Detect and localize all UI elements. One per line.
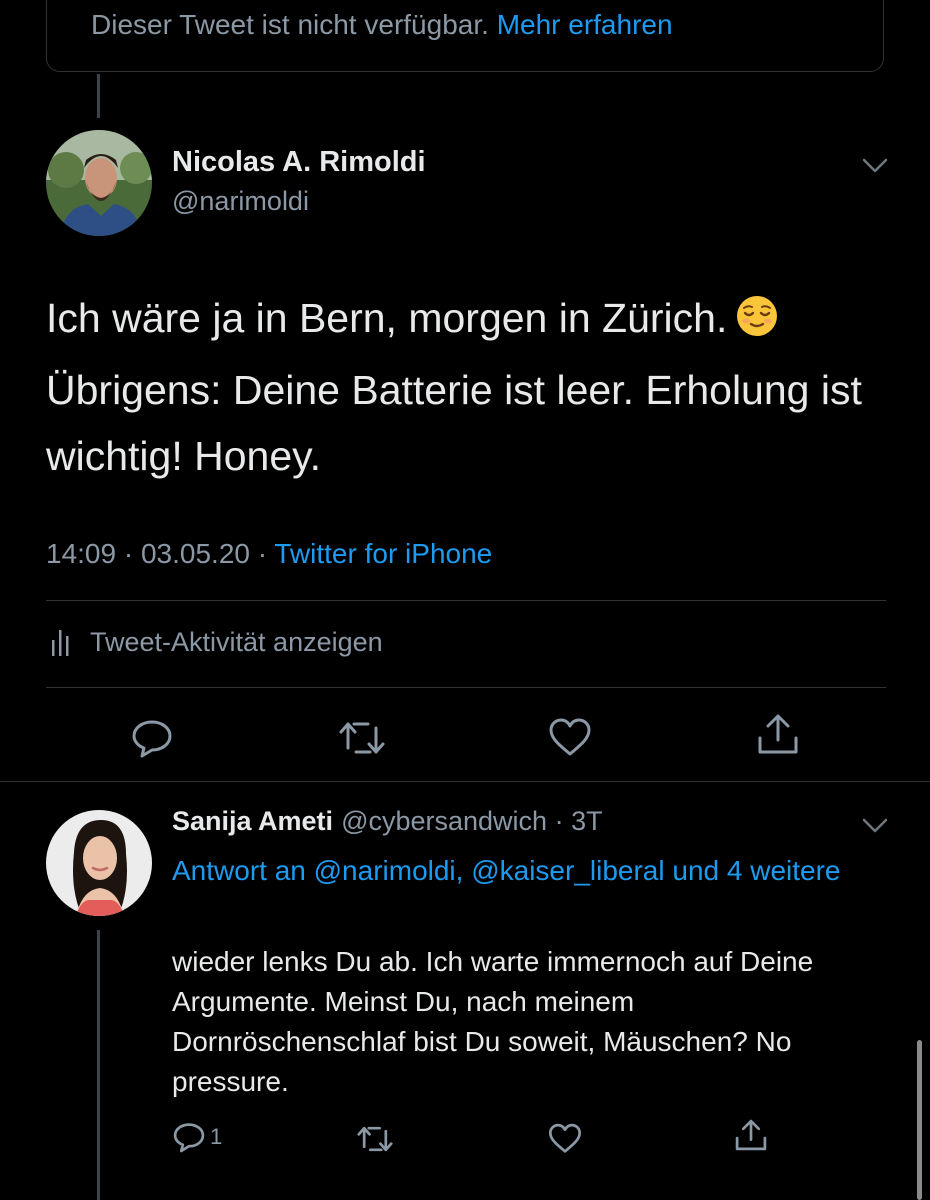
reply-handle-age: @cybersandwich · 3T <box>341 806 603 836</box>
tweet-date: 03.05.20 <box>140 538 250 569</box>
thread-connector <box>97 930 100 1200</box>
reply-author-avatar[interactable] <box>46 810 152 916</box>
reply-count: 1 <box>210 1124 223 1149</box>
retweet-button[interactable] <box>338 716 386 765</box>
like-icon <box>549 718 591 756</box>
tweet-text: Ich wäre ja in Bern, morgen in Zürich. Ü… <box>46 285 896 489</box>
unavailable-message: Dieser Tweet ist nicht verfügbar. Mehr e… <box>91 9 673 41</box>
reply-author-name[interactable]: Sanija Ameti <box>172 806 333 836</box>
divider <box>46 687 886 688</box>
thread-connector <box>97 74 100 118</box>
reply-to-line[interactable]: Antwort an @narimoldi, @kaiser_liberal u… <box>172 848 852 893</box>
like-button[interactable] <box>548 716 592 765</box>
chevron-down-icon[interactable] <box>860 150 890 180</box>
retweet-button[interactable] <box>356 1122 394 1156</box>
tweet-activity-link[interactable]: Tweet-Aktivität anzeigen <box>50 626 383 658</box>
reply-text: wieder lenks Du ab. Ich warte immernoch … <box>172 946 814 1097</box>
tweet-activity-label: Tweet-Aktivität anzeigen <box>90 626 383 657</box>
learn-more-link[interactable]: Mehr erfahren <box>497 9 673 40</box>
author-name[interactable]: Nicolas A. Rimoldi <box>172 146 426 179</box>
unavailable-tweet-card: Dieser Tweet ist nicht verfügbar. Mehr e… <box>46 0 884 72</box>
like-icon <box>548 1123 582 1153</box>
divider <box>0 781 930 782</box>
share-icon <box>758 714 798 754</box>
tweet-text-line1: Ich wäre ja in Bern, morgen in Zürich. <box>46 295 728 341</box>
share-button[interactable] <box>734 1118 768 1152</box>
unavailable-text: Dieser Tweet ist nicht verfügbar. <box>91 9 489 40</box>
reply-icon <box>173 1123 205 1153</box>
tweet-meta: 14:09 · 03.05.20 · Twitter for iPhone <box>46 538 493 569</box>
tweet-time: 14:09 <box>46 538 117 569</box>
author-avatar[interactable] <box>46 130 152 236</box>
reply-button[interactable]: 1 <box>172 1120 222 1154</box>
share-icon <box>735 1119 767 1151</box>
like-button[interactable] <box>548 1122 582 1156</box>
relieved-face-icon <box>735 291 779 357</box>
chevron-down-icon[interactable] <box>860 810 890 840</box>
tweet-text-rest: Übrigens: Deine Batterie ist leer. Erhol… <box>46 367 862 479</box>
author-handle[interactable]: @narimoldi <box>172 186 309 217</box>
reply-icon <box>132 720 172 758</box>
reply-header: Sanija Ameti @cybersandwich · 3T <box>172 806 603 837</box>
reply-button[interactable] <box>130 716 174 765</box>
tweet-source-link[interactable]: Twitter for iPhone <box>274 538 492 569</box>
retweet-icon <box>357 1126 393 1152</box>
reply-author-handle[interactable]: @cybersandwich <box>341 806 547 836</box>
reply-age: 3T <box>571 806 603 836</box>
divider <box>46 600 886 601</box>
retweet-icon <box>339 722 385 754</box>
share-button[interactable] <box>756 712 800 761</box>
scrollbar[interactable] <box>917 1040 922 1200</box>
stats-icon <box>52 630 69 656</box>
